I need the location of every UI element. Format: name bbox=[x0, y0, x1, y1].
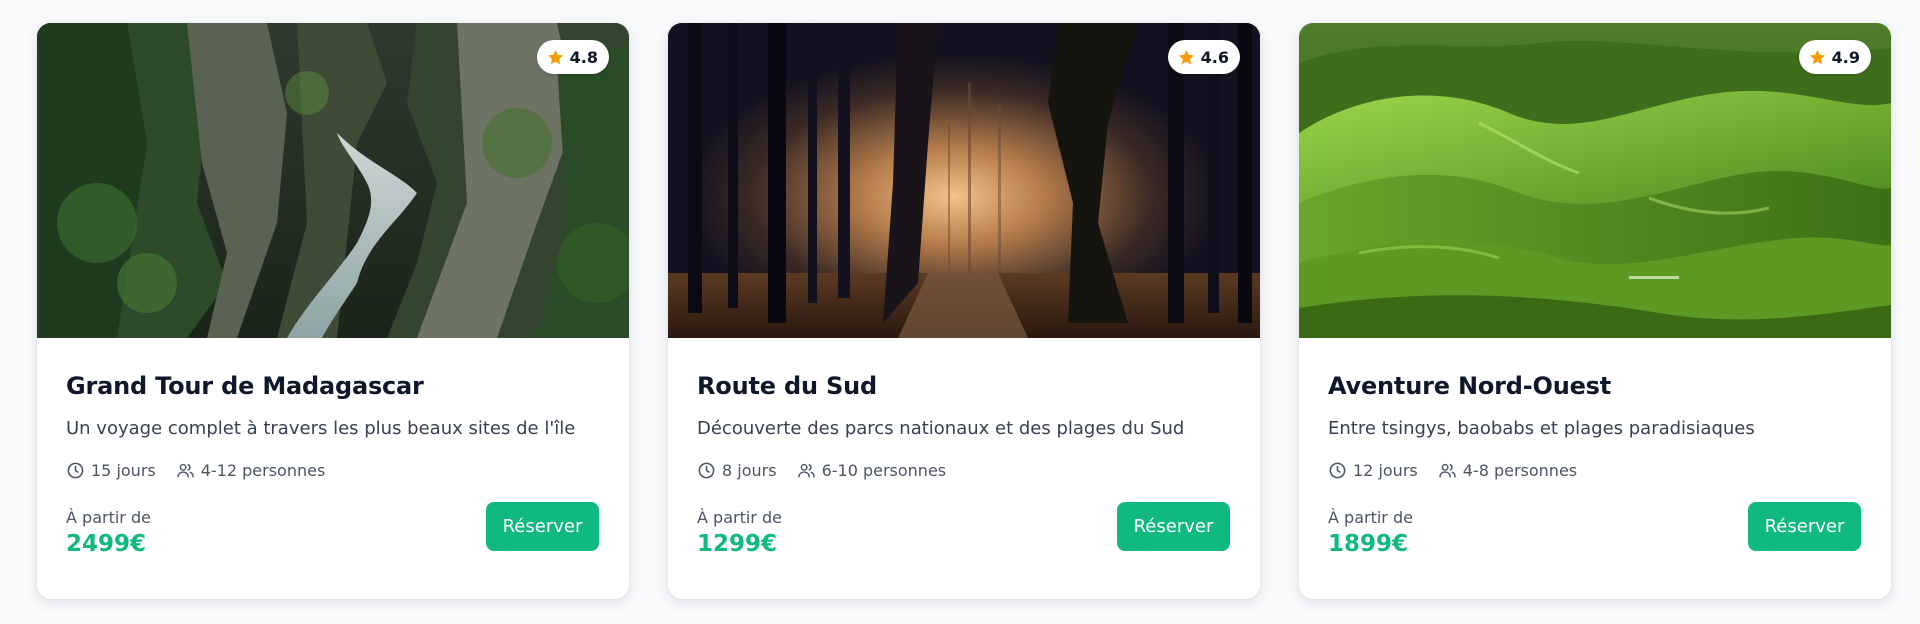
tour-meta: 8 jours 6-10 personnes bbox=[697, 461, 1230, 480]
price-block: À partir de 2499€ bbox=[66, 508, 151, 557]
tour-title: Grand Tour de Madagascar bbox=[66, 372, 424, 400]
forest-photo bbox=[668, 23, 1260, 338]
reserve-button[interactable]: Réserver bbox=[1117, 502, 1230, 551]
group-size-text: 6-10 personnes bbox=[821, 461, 947, 480]
group-size: 6-10 personnes bbox=[797, 461, 947, 480]
tour-image-forest[interactable]: 4.6 bbox=[668, 23, 1260, 338]
users-icon bbox=[1439, 463, 1456, 478]
canyon-photo bbox=[37, 23, 629, 338]
price-value: 2499€ bbox=[66, 531, 147, 557]
tour-card[interactable]: 4.6 Route du Sud Découverte des parcs na… bbox=[668, 23, 1260, 599]
price-block: À partir de 1299€ bbox=[697, 508, 782, 557]
tour-image-canyon[interactable]: 4.8 bbox=[37, 23, 629, 338]
clock-icon bbox=[1329, 462, 1346, 479]
tour-description: Entre tsingys, baobabs et plages paradis… bbox=[1328, 418, 1755, 439]
star-icon bbox=[1809, 49, 1825, 64]
card-footer: À partir de 1299€ Réserver bbox=[697, 502, 1230, 557]
clock-icon bbox=[67, 462, 84, 479]
price-value: 1299€ bbox=[697, 531, 778, 557]
tour-description: Un voyage complet à travers les plus bea… bbox=[66, 418, 576, 439]
hills-photo bbox=[1299, 23, 1891, 338]
tour-meta: 12 jours 4-8 personnes bbox=[1328, 461, 1861, 480]
rating-badge: 4.9 bbox=[1798, 40, 1871, 74]
price-block: À partir de 1899€ bbox=[1328, 508, 1413, 557]
rating-value: 4.6 bbox=[1200, 47, 1229, 67]
clock-icon bbox=[698, 462, 715, 479]
price-label: À partir de bbox=[1328, 508, 1413, 527]
users-icon bbox=[797, 463, 815, 478]
group-size-text: 4-8 personnes bbox=[1462, 461, 1578, 480]
tour-image-hills[interactable]: 4.9 bbox=[1299, 23, 1891, 338]
duration: 8 jours bbox=[697, 461, 777, 480]
tour-title: Route du Sud bbox=[697, 372, 877, 400]
price-label: À partir de bbox=[697, 508, 782, 527]
card-body: Route du Sud Découverte des parcs nation… bbox=[668, 338, 1260, 557]
card-footer: À partir de 2499€ Réserver bbox=[66, 502, 599, 557]
tour-meta: 15 jours 4-12 personnes bbox=[66, 461, 599, 480]
tour-title: Aventure Nord-Ouest bbox=[1328, 372, 1612, 400]
card-footer: À partir de 1899€ Réserver bbox=[1328, 502, 1861, 557]
rating-badge: 4.8 bbox=[536, 40, 609, 74]
group-size: 4-12 personnes bbox=[176, 461, 326, 480]
card-body: Grand Tour de Madagascar Un voyage compl… bbox=[37, 338, 629, 557]
price-label: À partir de bbox=[66, 508, 151, 527]
duration-text: 8 jours bbox=[722, 461, 777, 480]
star-icon bbox=[547, 49, 563, 64]
reserve-button[interactable]: Réserver bbox=[486, 502, 599, 551]
rating-badge: 4.6 bbox=[1167, 40, 1240, 74]
rating-value: 4.8 bbox=[569, 47, 598, 67]
price-value: 1899€ bbox=[1328, 531, 1409, 557]
duration: 15 jours bbox=[66, 461, 156, 480]
card-body: Aventure Nord-Ouest Entre tsingys, baoba… bbox=[1299, 338, 1891, 557]
group-size: 4-8 personnes bbox=[1438, 461, 1577, 480]
tour-description: Découverte des parcs nationaux et des pl… bbox=[697, 418, 1185, 439]
users-icon bbox=[177, 463, 194, 478]
duration: 12 jours bbox=[1328, 461, 1418, 480]
rating-value: 4.9 bbox=[1831, 47, 1860, 67]
reserve-button[interactable]: Réserver bbox=[1748, 502, 1861, 551]
tour-card[interactable]: 4.8 Grand Tour de Madagascar Un voyage c… bbox=[37, 23, 629, 599]
duration-text: 15 jours bbox=[91, 461, 156, 480]
duration-text: 12 jours bbox=[1353, 461, 1418, 480]
group-size-text: 4-12 personnes bbox=[200, 461, 326, 480]
star-icon bbox=[1178, 49, 1194, 64]
tour-card-grid: 4.8 Grand Tour de Madagascar Un voyage c… bbox=[37, 23, 1891, 599]
tour-card[interactable]: 4.9 Aventure Nord-Ouest Entre tsingys, b… bbox=[1299, 23, 1891, 599]
